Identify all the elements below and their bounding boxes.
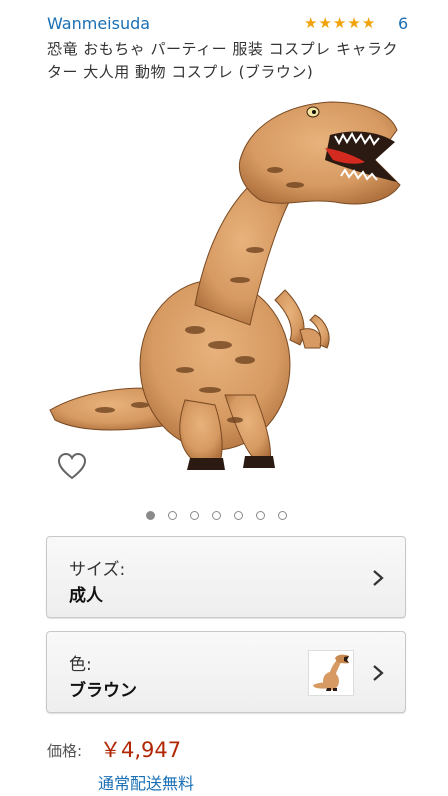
trex-thumbnail-icon — [313, 654, 349, 691]
review-count[interactable]: 6 — [398, 14, 408, 33]
star-icon: ★ — [304, 14, 318, 32]
carousel-dots[interactable] — [146, 511, 287, 520]
carousel-dot[interactable] — [234, 511, 243, 520]
carousel-dot[interactable] — [146, 511, 155, 520]
carousel-dot[interactable] — [190, 511, 199, 520]
carousel-dot[interactable] — [168, 511, 177, 520]
color-selector[interactable]: 色: ブラウン — [46, 631, 406, 713]
color-value: ブラウン — [69, 681, 137, 701]
carousel-dot[interactable] — [256, 511, 265, 520]
chevron-right-icon — [373, 570, 384, 586]
brand-link[interactable]: Wanmeisuda — [47, 14, 150, 33]
rating-stars[interactable]: ★ ★ ★ ★ ★ — [304, 14, 375, 32]
heart-icon[interactable] — [57, 452, 87, 480]
carousel-dot[interactable] — [212, 511, 221, 520]
star-icon: ★ — [332, 14, 347, 32]
color-swatch-thumbnail — [308, 650, 354, 696]
size-selector[interactable]: サイズ: 成人 — [46, 536, 406, 618]
color-label: 色: — [69, 655, 92, 675]
trex-costume-illustration — [49, 101, 401, 470]
size-label: サイズ: — [69, 560, 126, 580]
price-value: ￥4,947 — [100, 738, 182, 762]
product-image[interactable] — [45, 90, 407, 490]
size-value: 成人 — [69, 586, 103, 606]
free-shipping-link[interactable]: 通常配送無料 — [98, 770, 194, 794]
price-label: 価格: — [47, 742, 83, 760]
chevron-right-icon — [373, 665, 384, 681]
star-icon: ★ — [318, 14, 332, 32]
star-icon: ★ — [361, 14, 376, 32]
product-title: 恐竜 おもちゃ パーティー 服装 コスプレ キャラクター 大人用 動物 コスプレ… — [47, 40, 398, 81]
carousel-dot[interactable] — [278, 511, 287, 520]
star-icon: ★ — [347, 14, 361, 32]
